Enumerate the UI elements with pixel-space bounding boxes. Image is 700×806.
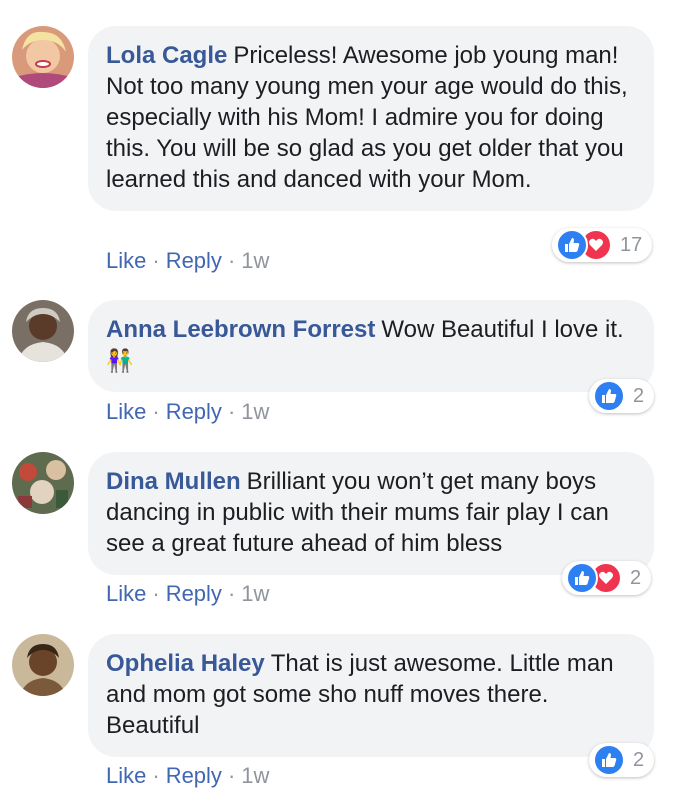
separator: · xyxy=(227,581,236,606)
comment-bubble: Anna Leebrown Forrest Wow Beautiful I lov… xyxy=(88,300,654,392)
like-link[interactable]: Like xyxy=(106,248,146,273)
like-link[interactable]: Like xyxy=(106,581,146,606)
reply-link[interactable]: Reply xyxy=(166,763,222,788)
comment-author[interactable]: Lola Cagle xyxy=(106,42,227,69)
like-link[interactable]: Like xyxy=(106,763,146,788)
timestamp[interactable]: 1w xyxy=(241,399,269,424)
comment-actions: Like · Reply · 1w xyxy=(106,581,269,607)
comment-author[interactable]: Dina Mullen xyxy=(106,468,241,495)
reply-link[interactable]: Reply xyxy=(166,581,222,606)
separator: · xyxy=(227,399,236,424)
reply-link[interactable]: Reply xyxy=(166,399,222,424)
reaction-count: 17 xyxy=(620,233,643,256)
reaction-summary[interactable]: 17 xyxy=(552,228,653,262)
reaction-count: 2 xyxy=(633,748,645,771)
comment-author[interactable]: Anna Leebrown Forrest xyxy=(106,316,375,343)
like-reaction-icon xyxy=(556,229,588,261)
timestamp[interactable]: 1w xyxy=(241,581,269,606)
reply-link[interactable]: Reply xyxy=(166,248,222,273)
separator: · xyxy=(152,399,160,424)
like-link[interactable]: Like xyxy=(106,399,146,424)
separator: · xyxy=(227,763,236,788)
comment-bubble: Lola Cagle Priceless! Awesome job young m… xyxy=(88,26,654,211)
like-reaction-icon xyxy=(593,744,625,776)
comment-actions: Like · Reply · 1w xyxy=(106,399,269,425)
separator: · xyxy=(152,248,160,273)
reaction-count: 2 xyxy=(630,566,642,589)
reaction-summary[interactable]: 2 xyxy=(589,379,655,413)
comment-actions: Like · Reply · 1w xyxy=(106,248,269,274)
reaction-summary[interactable]: 2 xyxy=(589,743,655,777)
separator: · xyxy=(152,581,160,606)
comment-bubble: Ophelia Haley That is just awesome. Littl… xyxy=(88,634,654,757)
reaction-summary[interactable]: 2 xyxy=(562,561,652,595)
comment-text: Wow Beautiful I love it. xyxy=(381,316,624,343)
avatar[interactable] xyxy=(12,452,74,514)
comment-author[interactable]: Ophelia Haley xyxy=(106,650,265,677)
comment-actions: Like · Reply · 1w xyxy=(106,763,269,789)
timestamp[interactable]: 1w xyxy=(241,763,269,788)
avatar[interactable] xyxy=(12,634,74,696)
reaction-count: 2 xyxy=(633,384,645,407)
like-reaction-icon xyxy=(593,380,625,412)
avatar[interactable] xyxy=(12,26,74,88)
separator: · xyxy=(152,763,160,788)
couple-emoji: 👫 xyxy=(106,348,134,373)
separator: · xyxy=(227,248,236,273)
timestamp[interactable]: 1w xyxy=(241,248,269,273)
avatar[interactable] xyxy=(12,300,74,362)
like-reaction-icon xyxy=(566,562,598,594)
comment-bubble: Dina Mullen Brilliant you won’t get many … xyxy=(88,452,654,575)
